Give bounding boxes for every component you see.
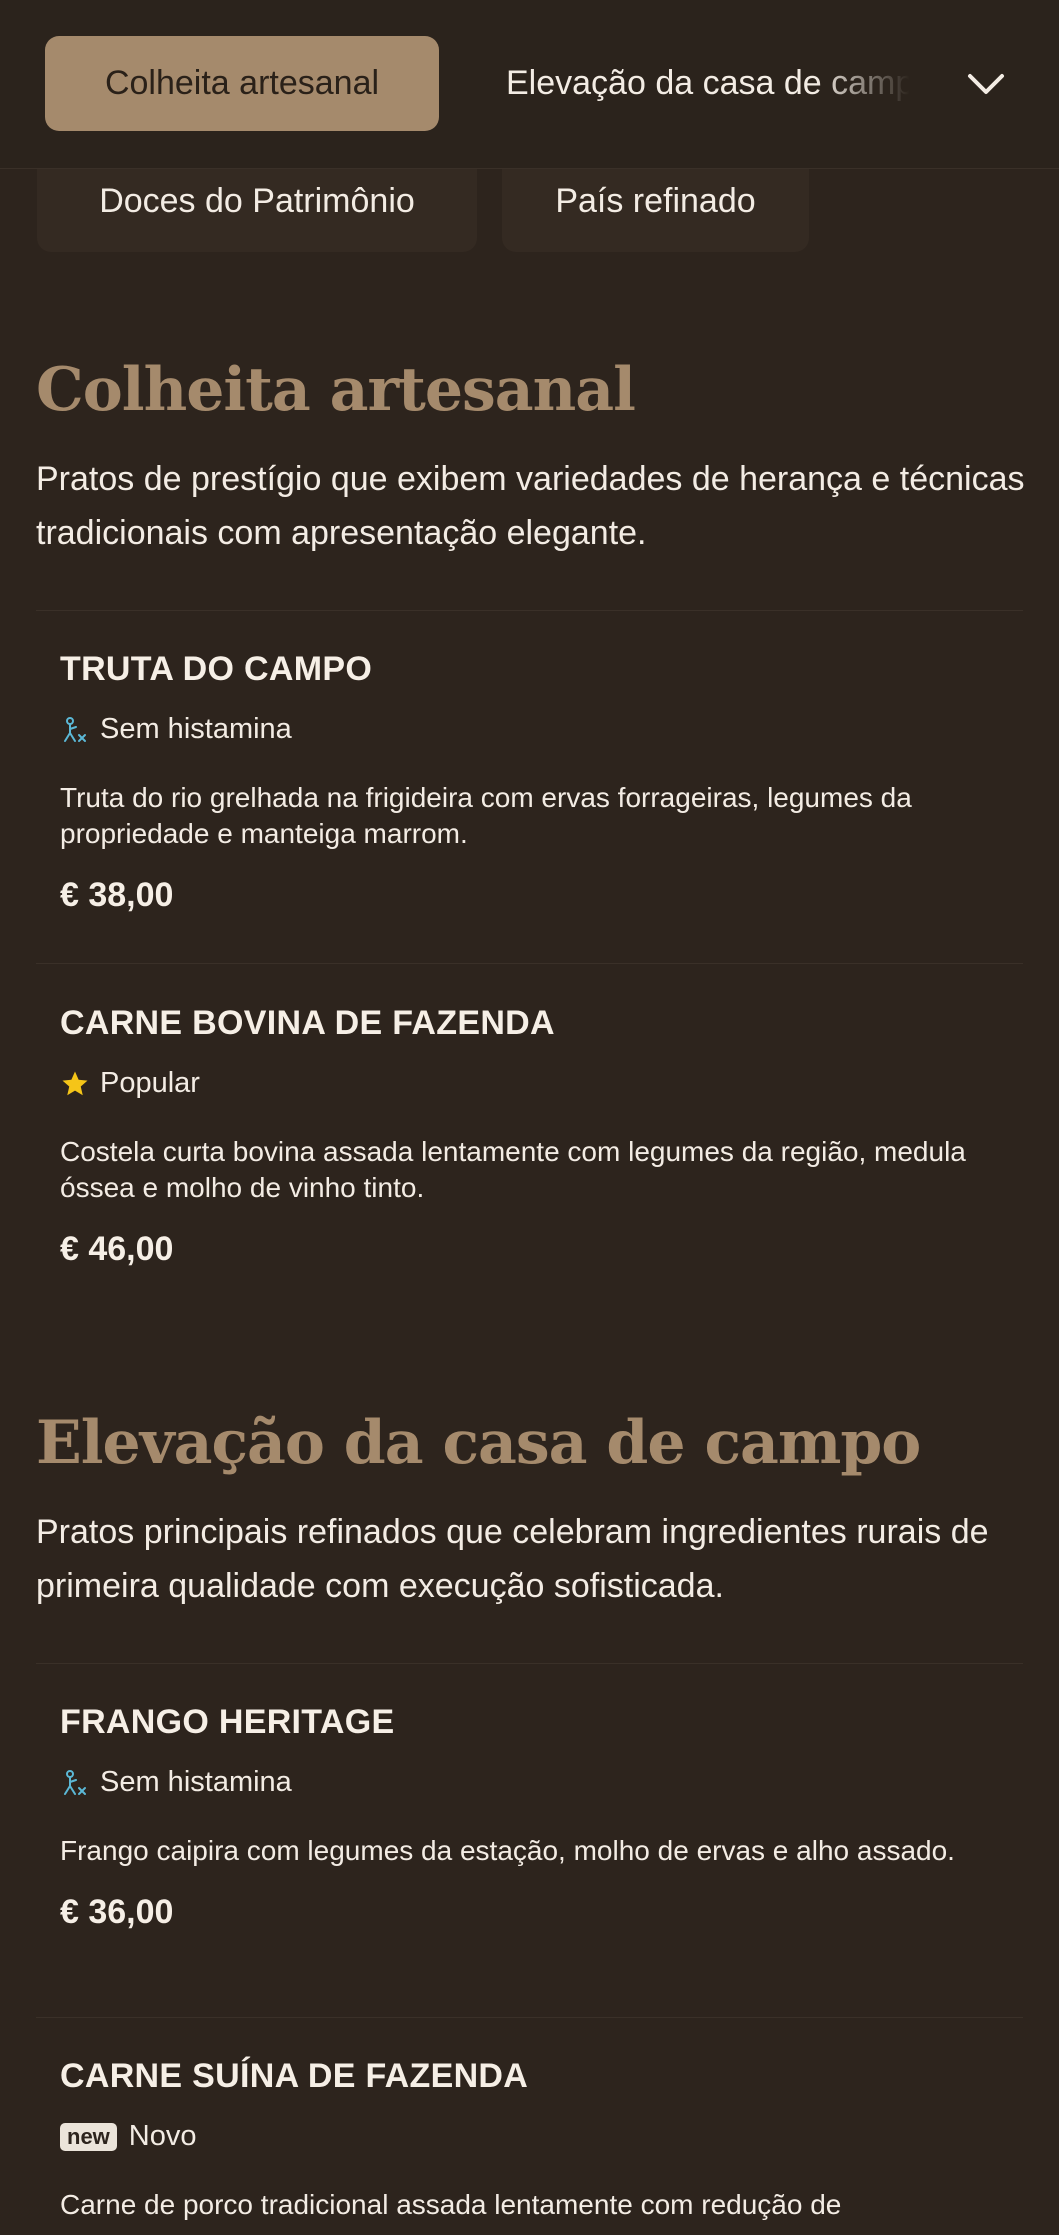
item-price: € 38,00 bbox=[60, 876, 174, 914]
category-nav: Colheita artesanal Elevação da casa de c… bbox=[0, 0, 1059, 169]
section-title: Elevação da casa de campo bbox=[36, 1408, 921, 1478]
item-name: TRUTA DO CAMPO bbox=[60, 650, 373, 688]
item-name: FRANGO HERITAGE bbox=[60, 1703, 395, 1741]
chevron-down-icon[interactable] bbox=[962, 60, 1010, 108]
section-title: Colheita artesanal bbox=[36, 355, 636, 425]
item-tag: Popular bbox=[60, 1067, 1000, 1100]
item-price: € 46,00 bbox=[60, 1230, 174, 1268]
menu-item[interactable]: TRUTA DO CAMPO Sem histamina Truta do ri… bbox=[60, 650, 1000, 915]
tag-label: Popular bbox=[100, 1067, 200, 1099]
item-name: CARNE BOVINA DE FAZENDA bbox=[60, 1004, 555, 1042]
section-description: Pratos principais refinados que celebram… bbox=[36, 1513, 989, 1605]
item-name: CARNE SUÍNA DE FAZENDA bbox=[60, 2057, 529, 2095]
divider bbox=[36, 963, 1023, 964]
item-description: Carne de porco tradicional assada lentam… bbox=[60, 2189, 842, 2220]
tag-label: Sem histamina bbox=[100, 1766, 292, 1798]
item-description: Frango caipira com legumes da estação, m… bbox=[60, 1835, 955, 1866]
divider bbox=[36, 1663, 1023, 1664]
tab-colheita-artesanal[interactable]: Colheita artesanal bbox=[45, 36, 439, 131]
menu-page: Doces do Patrimônio País refinado Colhei… bbox=[0, 0, 1059, 2235]
histamine-free-icon bbox=[60, 715, 90, 745]
item-tag: Sem histamina bbox=[60, 1766, 1000, 1799]
menu-item[interactable]: FRANGO HERITAGE Sem histamina Frango cai… bbox=[60, 1703, 1000, 1932]
menu-item[interactable]: CARNE BOVINA DE FAZENDA Popular Costela … bbox=[60, 1004, 1000, 1269]
divider bbox=[36, 2017, 1023, 2018]
tag-label: Sem histamina bbox=[100, 713, 292, 745]
item-description: Costela curta bovina assada lentamente c… bbox=[60, 1136, 966, 1203]
tag-label: Novo bbox=[128, 2120, 197, 2152]
item-tag: new Novo bbox=[60, 2120, 1000, 2153]
histamine-free-icon bbox=[60, 1768, 90, 1798]
item-price: € 36,00 bbox=[60, 1893, 174, 1931]
tab-elevacao-casa-de-campo[interactable]: Elevação da casa de campo bbox=[506, 36, 926, 131]
item-tag: Sem histamina bbox=[60, 713, 1000, 746]
star-icon bbox=[60, 1069, 90, 1099]
menu-item[interactable]: CARNE SUÍNA DE FAZENDA new Novo Carne de… bbox=[60, 2057, 1000, 2223]
divider bbox=[36, 610, 1023, 611]
new-badge: new bbox=[60, 2122, 117, 2151]
item-description: Truta do rio grelhada na frigideira com … bbox=[60, 782, 912, 849]
section-description: Pratos de prestígio que exibem variedade… bbox=[36, 460, 1025, 552]
